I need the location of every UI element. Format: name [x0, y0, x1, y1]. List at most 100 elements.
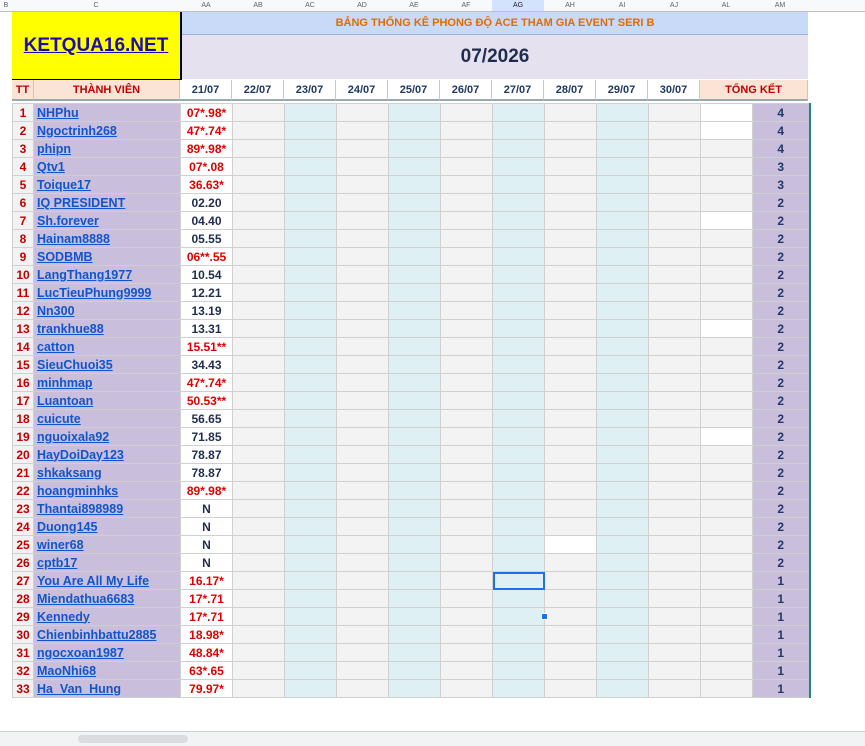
empty-date-cell[interactable]: [440, 175, 493, 194]
empty-date-cell[interactable]: [492, 481, 545, 500]
member-link[interactable]: SODBMB: [37, 250, 93, 264]
summary-blank-cell[interactable]: [700, 301, 753, 320]
empty-date-cell[interactable]: [284, 463, 337, 482]
empty-date-cell[interactable]: [596, 337, 649, 356]
member-link[interactable]: cuicute: [37, 412, 81, 426]
column-letter[interactable]: AD: [336, 0, 388, 11]
total-cell[interactable]: 1: [752, 607, 811, 626]
score-cell-21-07[interactable]: 47*.74*: [180, 121, 233, 140]
member-link[interactable]: Nn300: [37, 304, 75, 318]
empty-date-cell[interactable]: [440, 607, 493, 626]
member-link[interactable]: Thantai898989: [37, 502, 123, 516]
total-cell[interactable]: 2: [752, 499, 811, 518]
score-cell-21-07[interactable]: 05.55: [180, 229, 233, 248]
empty-date-cell[interactable]: [492, 643, 545, 662]
column-letter[interactable]: AI: [596, 0, 648, 11]
empty-date-cell[interactable]: [388, 427, 441, 446]
total-cell[interactable]: 2: [752, 517, 811, 536]
member-link[interactable]: MaoNhi68: [37, 664, 96, 678]
summary-blank-cell[interactable]: [700, 409, 753, 428]
member-name-cell[interactable]: ngocxoan1987: [33, 643, 181, 662]
total-cell[interactable]: 1: [752, 589, 811, 608]
score-cell-21-07[interactable]: 36.63*: [180, 175, 233, 194]
empty-date-cell[interactable]: [232, 553, 285, 572]
member-link[interactable]: NHPhu: [37, 106, 79, 120]
summary-blank-cell[interactable]: [700, 625, 753, 644]
member-link[interactable]: nguoixala92: [37, 430, 109, 444]
score-cell-21-07[interactable]: 16.17*: [180, 571, 233, 590]
member-link[interactable]: ngocxoan1987: [37, 646, 124, 660]
empty-date-cell[interactable]: [388, 319, 441, 338]
empty-date-cell[interactable]: [336, 553, 389, 572]
member-name-cell[interactable]: Luantoan: [33, 391, 181, 410]
member-link[interactable]: minhmap: [37, 376, 93, 390]
empty-date-cell[interactable]: [596, 373, 649, 392]
empty-date-cell[interactable]: [492, 463, 545, 482]
total-cell[interactable]: 3: [752, 157, 811, 176]
member-name-cell[interactable]: phipn: [33, 139, 181, 158]
total-cell[interactable]: 2: [752, 265, 811, 284]
summary-blank-cell[interactable]: [700, 373, 753, 392]
empty-date-cell[interactable]: [544, 265, 597, 284]
empty-date-cell[interactable]: [232, 517, 285, 536]
empty-date-cell[interactable]: [388, 571, 441, 590]
empty-date-cell[interactable]: [544, 463, 597, 482]
member-name-cell[interactable]: Hainam8888: [33, 229, 181, 248]
score-cell-21-07[interactable]: 78.87: [180, 463, 233, 482]
empty-date-cell[interactable]: [336, 391, 389, 410]
member-name-cell[interactable]: Sh.forever: [33, 211, 181, 230]
empty-date-cell[interactable]: [336, 139, 389, 158]
empty-date-cell[interactable]: [596, 229, 649, 248]
empty-date-cell[interactable]: [388, 535, 441, 554]
total-cell[interactable]: 2: [752, 427, 811, 446]
empty-date-cell[interactable]: [336, 589, 389, 608]
score-cell-21-07[interactable]: N: [180, 553, 233, 572]
empty-date-cell[interactable]: [648, 409, 701, 428]
empty-date-cell[interactable]: [440, 445, 493, 464]
summary-blank-cell[interactable]: [700, 175, 753, 194]
score-cell-21-07[interactable]: 02.20: [180, 193, 233, 212]
score-cell-21-07[interactable]: 13.19: [180, 301, 233, 320]
empty-date-cell[interactable]: [388, 517, 441, 536]
total-cell[interactable]: 2: [752, 301, 811, 320]
empty-date-cell[interactable]: [596, 301, 649, 320]
empty-date-cell[interactable]: [440, 679, 493, 698]
empty-date-cell[interactable]: [336, 229, 389, 248]
summary-blank-cell[interactable]: [700, 193, 753, 212]
score-cell-21-07[interactable]: N: [180, 535, 233, 554]
summary-blank-cell[interactable]: [700, 265, 753, 284]
total-cell[interactable]: 2: [752, 373, 811, 392]
summary-blank-cell[interactable]: [700, 535, 753, 554]
member-link[interactable]: Sh.forever: [37, 214, 99, 228]
member-link[interactable]: winer68: [37, 538, 84, 552]
total-cell[interactable]: 4: [752, 139, 811, 158]
score-cell-21-07[interactable]: 56.65: [180, 409, 233, 428]
total-cell[interactable]: 4: [752, 103, 811, 122]
score-cell-21-07[interactable]: 04.40: [180, 211, 233, 230]
empty-date-cell[interactable]: [388, 445, 441, 464]
empty-date-cell[interactable]: [440, 157, 493, 176]
empty-date-cell[interactable]: [648, 301, 701, 320]
empty-date-cell[interactable]: [336, 373, 389, 392]
empty-date-cell[interactable]: [648, 571, 701, 590]
empty-date-cell[interactable]: [336, 355, 389, 374]
empty-date-cell[interactable]: [440, 643, 493, 662]
empty-date-cell[interactable]: [492, 589, 545, 608]
empty-date-cell[interactable]: [388, 373, 441, 392]
empty-date-cell[interactable]: [544, 157, 597, 176]
member-link[interactable]: Kennedy: [37, 610, 90, 624]
empty-date-cell[interactable]: [336, 337, 389, 356]
empty-date-cell[interactable]: [336, 481, 389, 500]
empty-date-cell[interactable]: [232, 247, 285, 266]
empty-date-cell[interactable]: [492, 427, 545, 446]
logo-text[interactable]: KETQUA16.NET: [24, 35, 169, 57]
empty-date-cell[interactable]: [284, 103, 337, 122]
empty-date-cell[interactable]: [284, 499, 337, 518]
empty-date-cell[interactable]: [544, 247, 597, 266]
empty-date-cell[interactable]: [596, 409, 649, 428]
score-cell-21-07[interactable]: 78.87: [180, 445, 233, 464]
summary-blank-cell[interactable]: [700, 481, 753, 500]
empty-date-cell[interactable]: [232, 589, 285, 608]
column-letter[interactable]: AJ: [648, 0, 700, 11]
empty-date-cell[interactable]: [544, 391, 597, 410]
